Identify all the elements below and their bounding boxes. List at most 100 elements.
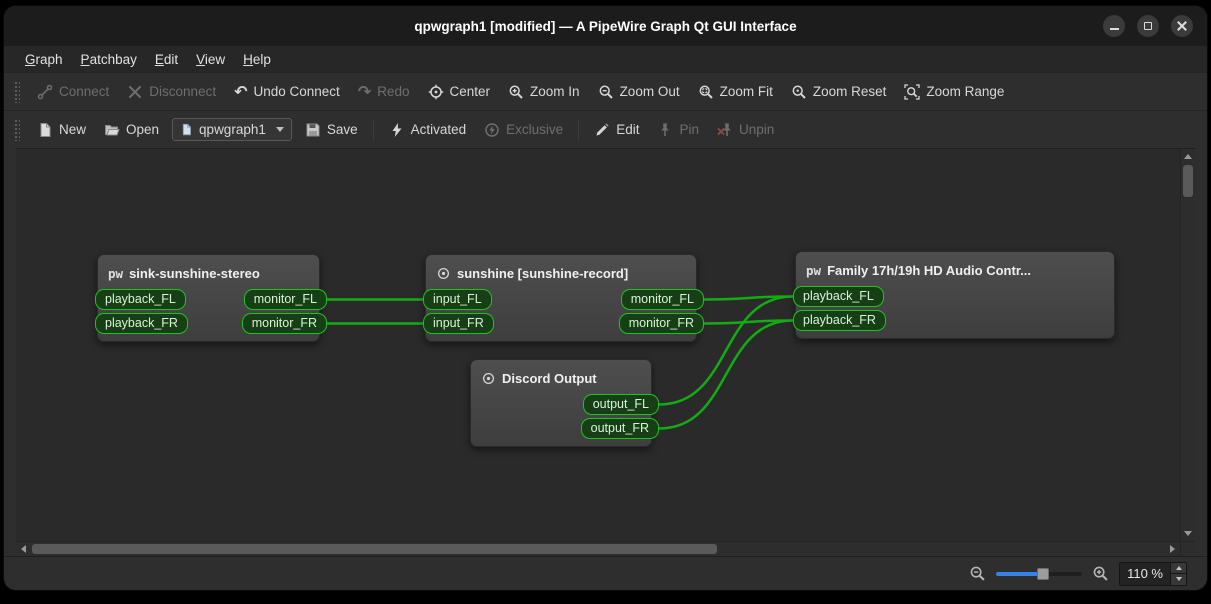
zoom-value[interactable]: 110 % — [1120, 563, 1170, 585]
redo-label: Redo — [377, 84, 409, 99]
exclusive-icon — [484, 122, 500, 138]
port-monitor-fr[interactable]: monitor_FR — [242, 313, 327, 334]
patchbay-file-icon — [180, 123, 193, 136]
menu-view[interactable]: View — [187, 49, 234, 70]
zoom-range-label: Zoom Range — [926, 84, 1004, 99]
scrollbar-corner — [1180, 541, 1195, 556]
toolbar-drag-handle[interactable] — [14, 119, 20, 141]
exclusive-label: Exclusive — [506, 122, 563, 137]
zoom-decrement-button[interactable] — [1171, 573, 1186, 585]
menu-graph[interactable]: Graph — [16, 49, 72, 70]
app-window: qpwgraph1 [modified] — A PipeWire Graph … — [4, 6, 1207, 590]
toolbar-patchbay: New Open qpwgraph1 Save — [4, 110, 1207, 148]
vertical-scrollbar[interactable] — [1180, 149, 1195, 541]
horizontal-scrollbar-thumb[interactable] — [32, 544, 717, 554]
zoom-increment-button[interactable] — [1171, 563, 1186, 574]
vertical-scrollbar-thumb[interactable] — [1183, 165, 1193, 197]
node-sink-sunshine-stereo[interactable]: pw sink-sunshine-stereo playback_FL moni… — [97, 254, 320, 342]
scroll-right-arrow[interactable] — [1166, 542, 1179, 556]
zoom-reset-button[interactable]: Zoom Reset — [783, 79, 895, 105]
close-button[interactable] — [1171, 15, 1193, 37]
toolbar-main: Connect Disconnect ↶ Undo Connect ↷ Redo… — [4, 72, 1207, 110]
graph-canvas[interactable]: pw sink-sunshine-stereo playback_FL moni… — [16, 149, 1180, 541]
undo-connect-button[interactable]: ↶ Undo Connect — [226, 79, 348, 105]
port-monitor-fr[interactable]: monitor_FR — [619, 313, 704, 334]
save-label: Save — [327, 122, 358, 137]
disconnect-label: Disconnect — [149, 84, 216, 99]
port-output-fl[interactable]: output_FL — [583, 394, 659, 415]
node-sunshine[interactable]: sunshine [sunshine-record] input_FL moni… — [425, 254, 697, 342]
window-controls — [1103, 15, 1193, 37]
minimize-button[interactable] — [1103, 15, 1125, 37]
horizontal-scrollbar[interactable] — [16, 541, 1180, 556]
activated-button[interactable]: Activated — [381, 117, 475, 143]
patchbay-select[interactable]: qpwgraph1 — [172, 118, 292, 141]
connect-icon — [37, 84, 53, 100]
zoom-slider-handle[interactable] — [1037, 568, 1049, 580]
center-button[interactable]: Center — [420, 79, 499, 105]
node-family-audio-controller[interactable]: pw Family 17h/19h HD Audio Contr... play… — [795, 251, 1115, 339]
menu-help[interactable]: Help — [234, 49, 280, 70]
zoom-in-button[interactable]: Zoom In — [500, 79, 588, 105]
zoom-in-icon[interactable] — [1092, 565, 1109, 582]
port-monitor-fl[interactable]: monitor_FL — [621, 289, 704, 310]
record-icon — [436, 266, 451, 281]
redo-button[interactable]: ↷ Redo — [350, 79, 418, 105]
port-input-fl[interactable]: input_FL — [423, 289, 492, 310]
port-playback-fl[interactable]: playback_FL — [793, 286, 884, 307]
center-icon — [428, 84, 444, 100]
toolbar-drag-handle[interactable] — [14, 81, 20, 103]
menu-patchbay[interactable]: Patchbay — [72, 49, 146, 70]
menu-edit[interactable]: Edit — [146, 49, 187, 70]
port-monitor-fl[interactable]: monitor_FL — [244, 289, 327, 310]
minimize-icon — [1110, 28, 1119, 30]
exclusive-button[interactable]: Exclusive — [476, 117, 571, 143]
close-icon — [1177, 21, 1187, 31]
save-button[interactable]: Save — [297, 117, 366, 143]
maximize-button[interactable] — [1137, 15, 1159, 37]
zoom-in-icon — [508, 84, 524, 100]
new-button[interactable]: New — [29, 117, 94, 143]
edit-label: Edit — [616, 122, 639, 137]
zoom-out-icon — [598, 84, 614, 100]
port-output-fr[interactable]: output_FR — [581, 418, 659, 439]
maximize-icon — [1144, 22, 1152, 30]
port-playback-fr[interactable]: playback_FR — [793, 310, 886, 331]
edit-button[interactable]: Edit — [586, 117, 647, 143]
unpin-button[interactable]: Unpin — [709, 117, 782, 143]
pin-button[interactable]: Pin — [649, 117, 707, 143]
node-discord-output[interactable]: Discord Output output_FL output_FR — [470, 359, 652, 447]
zoom-slider-fill — [996, 572, 1043, 576]
spin-arrows — [1170, 563, 1186, 585]
new-label: New — [59, 122, 86, 137]
scroll-down-arrow[interactable] — [1181, 527, 1195, 540]
center-label: Center — [450, 84, 491, 99]
edit-pencil-icon — [594, 122, 610, 138]
connect-button[interactable]: Connect — [29, 79, 117, 105]
port-input-fr[interactable]: input_FR — [423, 313, 494, 334]
scroll-up-arrow[interactable] — [1181, 150, 1195, 163]
node-title: sink-sunshine-stereo — [129, 266, 260, 281]
unpin-label: Unpin — [739, 122, 774, 137]
zoom-spinbox[interactable]: 110 % — [1119, 562, 1187, 586]
open-button[interactable]: Open — [96, 117, 167, 143]
pipewire-icon: pw — [108, 266, 123, 281]
titlebar: qpwgraph1 [modified] — A PipeWire Graph … — [4, 6, 1207, 46]
redo-icon: ↷ — [358, 84, 371, 100]
window-title: qpwgraph1 [modified] — A PipeWire Graph … — [414, 19, 796, 34]
disconnect-button[interactable]: Disconnect — [119, 79, 224, 105]
zoom-out-button[interactable]: Zoom Out — [590, 79, 688, 105]
zoom-out-icon[interactable] — [969, 565, 986, 582]
zoom-fit-button[interactable]: Zoom Fit — [690, 79, 781, 105]
port-playback-fl[interactable]: playback_FL — [95, 289, 186, 310]
zoom-slider[interactable] — [996, 566, 1082, 582]
scroll-left-arrow[interactable] — [17, 542, 30, 556]
zoom-range-button[interactable]: Zoom Range — [896, 79, 1012, 105]
undo-connect-label: Undo Connect — [254, 84, 340, 99]
node-header: pw Family 17h/19h HD Audio Contr... — [796, 258, 1114, 282]
node-header: Discord Output — [471, 366, 651, 390]
zoom-out-label: Zoom Out — [620, 84, 680, 99]
port-playback-fr[interactable]: playback_FR — [95, 313, 188, 334]
activated-bolt-icon — [389, 122, 405, 138]
chevron-down-icon — [276, 127, 284, 132]
